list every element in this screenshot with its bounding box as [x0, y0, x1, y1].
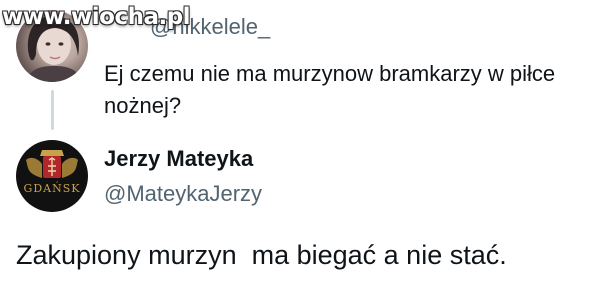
thread-connector-line [51, 90, 54, 130]
author-handle[interactable]: @MateykaJerzy [104, 181, 262, 207]
author-display-name[interactable]: Jerzy Mateyka [104, 146, 253, 172]
author-avatar[interactable]: GDAŃSK [16, 140, 88, 212]
gdansk-crest-icon [26, 150, 78, 178]
reply-tweet-text: Ej czemu nie ma murzynow bramkarzy w pił… [104, 61, 556, 118]
watermark: www.wiocha.pl [2, 4, 191, 30]
avatar-city-text: GDAŃSK [23, 182, 81, 195]
main-tweet-text: Zakupiony murzyn ma biegać a nie stać. [16, 240, 507, 270]
